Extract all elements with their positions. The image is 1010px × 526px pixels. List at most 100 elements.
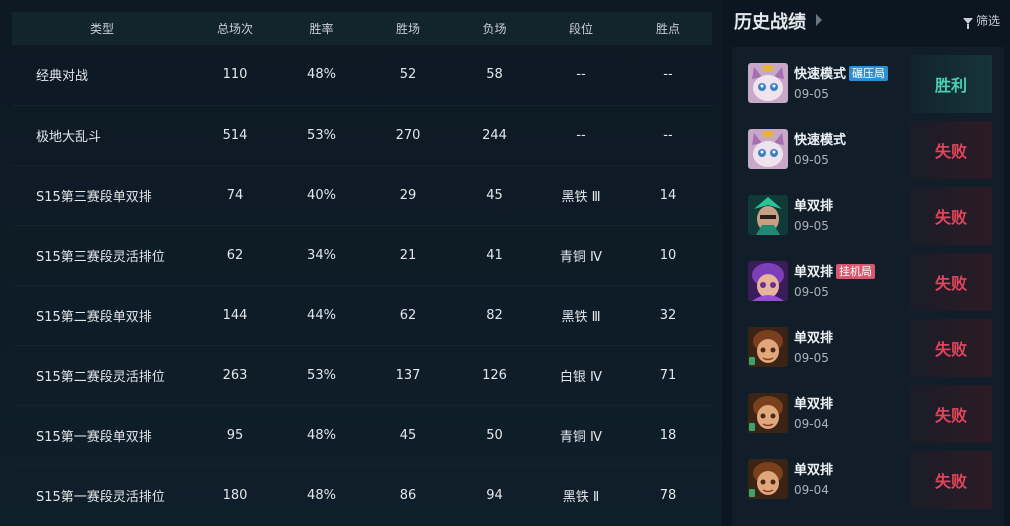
match-result: 胜利 [910,55,992,113]
match-item[interactable]: 单双排 09-05 失败 [748,187,1002,245]
cell-wins: 29 [365,165,451,226]
match-item[interactable]: 单双排 挂机局 09-05 失败 [748,253,1002,311]
table-row: S15第三赛段灵活排位 62 34% 21 41 青铜 Ⅳ 10 [12,225,712,286]
match-history-title[interactable]: 历史战绩 [734,8,806,34]
cell-type: S15第三赛段灵活排位 [12,225,192,286]
match-item[interactable]: 单双排 09-04 失败 [748,451,1002,509]
cell-wins: 270 [365,105,451,166]
col-header-losses: 负场 [482,22,507,36]
match-mode: 单双排 [794,195,833,214]
col-header-winrate: 胜率 [309,22,334,36]
cell-losses: 41 [451,225,538,286]
cell-winrate: 34% [278,225,365,286]
cell-winrate: 48% [278,45,365,106]
purple-champion-avatar [748,261,788,301]
filter-icon [962,17,973,29]
cell-winrate: 48% [278,405,365,466]
col-header-lp: 胜点 [655,22,680,36]
match-date: 09-04 [794,417,829,431]
match-date: 09-05 [794,285,829,299]
cell-total: 110 [192,45,278,106]
col-header-wins: 胜场 [395,22,420,36]
match-mode: 单双排 [794,327,833,346]
cell-lp: -- [624,45,712,106]
cell-lp: 32 [624,285,712,346]
match-mode-label: 快速模式 [794,67,847,82]
cell-total: 180 [222,487,248,503]
match-result: 失败 [910,187,992,245]
green-champion-avatar [748,195,788,235]
match-history-panel: 历史战绩 筛选 快速模式 碾压局 09-05 胜利 快速模式 09-05 失败 单双排 09-0… [722,0,1010,526]
cell-losses: 82 [451,285,538,346]
match-tag-badge: 挂机局 [836,264,876,279]
match-mode: 快速模式 [794,129,846,148]
level-badge-icon [749,357,755,365]
cell-total: 144 [192,285,278,346]
cell-lp: 14 [624,165,712,226]
cell-type: S15第三赛段单双排 [12,165,192,226]
cat-champion-avatar [748,129,788,169]
cell-losses: 45 [451,165,538,226]
filter-button[interactable]: 筛选 [962,12,1000,29]
cell-type: S15第一赛段单双排 [12,405,192,466]
match-result: 失败 [910,121,992,179]
table-row: 极地大乱斗 514 53% 270 244 -- -- [12,105,712,166]
cell-rank: 青铜 Ⅳ [538,225,624,286]
cell-wins: 137 [365,345,451,406]
brown-champion-avatar [748,459,788,499]
match-date: 09-05 [794,219,829,233]
cell-total: 95 [192,405,278,466]
cell-rank: -- [538,45,624,106]
cell-type: 经典对战 [12,45,192,106]
match-date: 09-05 [794,351,829,365]
match-mode-label: 快速模式 [794,133,847,148]
table-row: 经典对战 110 48% 52 58 -- -- [12,45,712,106]
cell-losses: 126 [451,345,538,406]
filter-label: 筛选 [975,14,1000,28]
cell-wins: 86 [399,487,417,503]
cell-rank: 青铜 Ⅳ [538,405,624,466]
cell-wins: 52 [365,45,451,106]
cell-lp: 18 [624,405,712,466]
brown-champion-avatar [748,393,788,433]
cell-losses: 94 [486,487,503,503]
match-mode-label: 单双排 [794,331,834,346]
cell-total: 74 [192,165,278,226]
cell-type: 极地大乱斗 [12,105,192,166]
cell-winrate: 53% [278,105,365,166]
cell-type: S15第二赛段灵活排位 [12,345,192,406]
match-item[interactable]: 快速模式 09-05 失败 [748,121,1002,179]
match-mode-label: 单双排 [794,265,834,280]
match-mode: 单双排 [794,393,833,412]
cell-rank: -- [538,105,624,166]
table-row: S15第一赛段单双排 95 48% 45 50 青铜 Ⅳ 18 [12,405,712,466]
chevron-right-icon[interactable] [816,14,822,26]
cell-lp: 71 [624,345,712,406]
match-date: 09-05 [794,87,829,101]
match-item[interactable]: 快速模式 碾压局 09-05 胜利 [748,55,1002,113]
table-row: S15第三赛段单双排 74 40% 29 45 黑铁 Ⅲ 14 [12,165,712,226]
match-item[interactable]: 单双排 09-05 失败 [748,319,1002,377]
cell-winrate: 48% [307,487,336,503]
table-header-row: 类型 总场次 胜率 胜场 负场 段位 胜点 [12,12,712,45]
table-row: S15第一赛段灵活排位 180 48% 86 94 黑铁 Ⅱ 78 [12,465,712,525]
cell-rank: 黑铁 Ⅲ [538,285,624,346]
cell-lp: -- [624,105,712,166]
cell-total: 62 [192,225,278,286]
ranked-stats-table: 类型 总场次 胜率 胜场 负场 段位 胜点 经典对战 110 48% 52 58 -- --… [12,12,712,525]
match-result: 失败 [910,319,992,377]
cell-losses: 50 [451,405,538,466]
match-result: 失败 [910,385,992,443]
cell-losses: 244 [451,105,538,166]
match-list: 快速模式 碾压局 09-05 胜利 快速模式 09-05 失败 单双排 09-05 失败 单双排 挂机… [732,47,1004,526]
match-date: 09-04 [794,483,829,497]
cell-type: S15第二赛段单双排 [12,285,192,346]
cell-total: 514 [192,105,278,166]
cell-lp: 78 [659,487,677,503]
cell-wins: 45 [365,405,451,466]
level-badge-icon [749,423,755,431]
level-badge-icon [749,489,755,497]
cell-wins: 62 [365,285,451,346]
cell-rank: 白银 Ⅳ [538,345,624,406]
match-item[interactable]: 单双排 09-04 失败 [748,385,1002,443]
